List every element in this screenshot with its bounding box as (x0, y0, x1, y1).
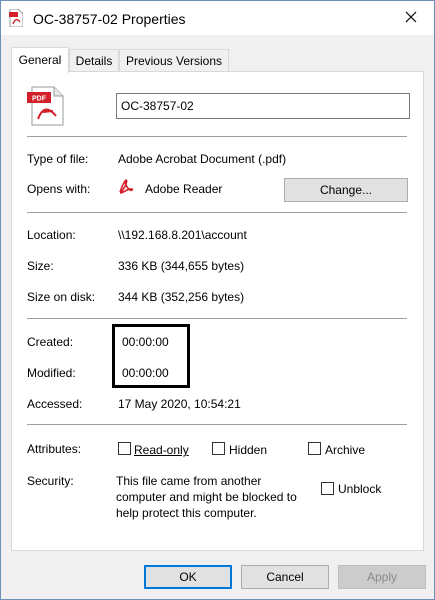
cancel-button-label: Cancel (266, 570, 304, 584)
security-line-3: help protect this computer. (116, 506, 257, 520)
created-label: Created: (27, 335, 74, 349)
accessed-value: 17 May 2020, 10:54:21 (118, 397, 241, 411)
opens-with-value: Adobe Reader (145, 182, 223, 196)
unblock-checkbox[interactable] (321, 482, 334, 495)
hidden-checkbox[interactable] (212, 442, 225, 455)
security-line-2: computer and might be blocked to (116, 490, 297, 504)
pdf-file-icon (9, 8, 24, 28)
pdf-badge-text: PDF (32, 96, 47, 103)
cancel-button[interactable]: Cancel (241, 565, 329, 589)
archive-checkbox[interactable] (308, 442, 321, 455)
opens-with-label: Opens with: (27, 182, 91, 196)
properties-window: OC-38757-02 Properties General Details P… (0, 0, 435, 600)
tab-previous-versions[interactable]: Previous Versions (119, 49, 229, 71)
ok-button-label: OK (179, 570, 197, 584)
location-label: Location: (27, 228, 76, 242)
readonly-label[interactable]: Read-only (134, 443, 189, 457)
modified-label: Modified: (27, 366, 76, 380)
window-title: OC-38757-02 Properties (33, 11, 186, 27)
size-value: 336 KB (344,655 bytes) (118, 259, 245, 273)
size-on-disk-value: 344 KB (352,256 bytes) (118, 290, 245, 304)
attributes-label: Attributes: (27, 442, 82, 456)
tab-details[interactable]: Details (69, 49, 119, 71)
apply-button: Apply (338, 565, 426, 589)
apply-button-label: Apply (366, 570, 398, 584)
modified-value: 00:00:00 (122, 366, 169, 380)
archive-label[interactable]: Archive (325, 443, 365, 457)
separator (27, 212, 407, 213)
separator (27, 136, 407, 137)
separator (27, 424, 407, 425)
close-icon (405, 11, 417, 26)
tab-label: Previous Versions (125, 54, 223, 68)
close-button[interactable] (388, 1, 434, 35)
type-of-file-label: Type of file: (27, 152, 89, 166)
adobe-reader-icon (118, 178, 134, 194)
created-value: 00:00:00 (122, 335, 169, 349)
separator (27, 318, 407, 319)
tab-general[interactable]: General (11, 47, 69, 73)
type-of-file-value: Adobe Acrobat Document (.pdf) (118, 152, 287, 166)
tab-label: Details (75, 54, 113, 68)
security-label: Security: (27, 474, 74, 488)
change-button[interactable]: Change... (284, 178, 408, 202)
unblock-label[interactable]: Unblock (338, 482, 381, 496)
size-label: Size: (27, 259, 54, 273)
pdf-document-icon: PDF (26, 86, 66, 126)
location-value: \\192.168.8.201\account (118, 228, 247, 242)
title-bar[interactable]: OC-38757-02 Properties (1, 1, 434, 35)
size-on-disk-label: Size on disk: (27, 290, 96, 304)
general-panel: PDF Type of file: Adobe Acrobat Document… (11, 71, 424, 551)
readonly-checkbox[interactable] (118, 442, 131, 455)
security-line-1: This file came from another (116, 474, 262, 488)
change-button-label: Change... (319, 183, 373, 197)
accessed-label: Accessed: (27, 397, 83, 411)
hidden-label[interactable]: Hidden (229, 443, 267, 457)
ok-button[interactable]: OK (144, 565, 232, 589)
file-name-input[interactable] (116, 93, 410, 119)
tab-label: General (18, 53, 62, 67)
